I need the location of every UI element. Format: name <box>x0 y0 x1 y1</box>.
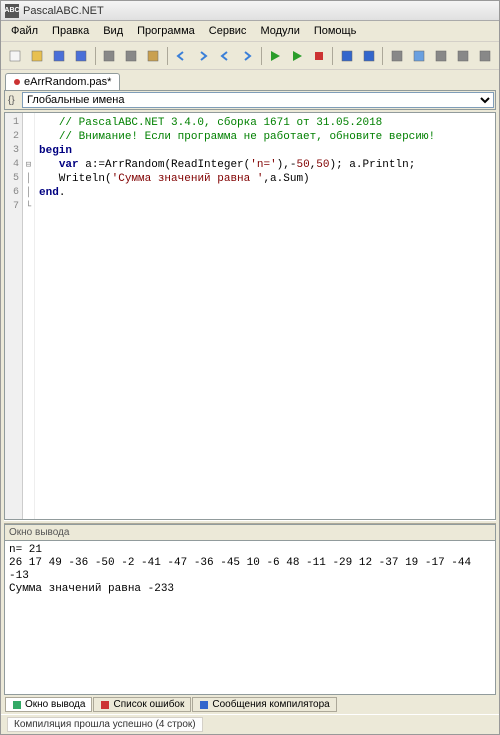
code-line[interactable]: // PascalABC.NET 3.4.0, сборка 1671 от 3… <box>39 116 491 130</box>
output-panel[interactable]: n= 21 26 17 49 -36 -50 -2 -41 -47 -36 -4… <box>4 540 496 695</box>
fold-column: ⊟││└ <box>23 113 35 519</box>
stop-icon[interactable] <box>308 45 329 67</box>
toolbar-separator <box>382 47 383 65</box>
bottom-tab[interactable]: Сообщения компилятора <box>192 697 336 712</box>
copy-icon[interactable] <box>121 45 142 67</box>
toolbar-separator <box>95 47 96 65</box>
fold-marker <box>23 116 34 130</box>
bottom-tab-label: Окно вывода <box>25 699 85 710</box>
open-file-icon[interactable] <box>27 45 48 67</box>
toggle-form-icon[interactable] <box>408 45 429 67</box>
toolbar <box>1 42 499 70</box>
menu-вид[interactable]: Вид <box>97 23 129 39</box>
tab-icon <box>12 700 22 710</box>
svg-text:{}: {} <box>8 95 15 105</box>
document-tab-label: eArrRandom.pas* <box>24 76 111 88</box>
output-panel-title: Окно вывода <box>4 524 496 540</box>
menu-сервис[interactable]: Сервис <box>203 23 253 39</box>
code-line[interactable]: // Внимание! Если программа не работает,… <box>39 130 491 144</box>
toolbar-separator <box>167 47 168 65</box>
menu-файл[interactable]: Файл <box>5 23 44 39</box>
tab-icon <box>100 700 110 710</box>
code-line[interactable]: Writeln('Сумма значений равна ',a.Sum) <box>39 172 491 186</box>
scope-dropdown-bar: {} Глобальные имена <box>4 90 496 110</box>
document-tab[interactable]: eArrRandom.pas* <box>5 73 120 90</box>
document-tabstrip: eArrRandom.pas* <box>1 70 499 90</box>
bottom-tabstrip: Окно вывода Список ошибок Сообщения компил… <box>1 695 499 714</box>
code-line[interactable]: end. <box>39 186 491 200</box>
paste-icon[interactable] <box>143 45 164 67</box>
menu-правка[interactable]: Правка <box>46 23 95 39</box>
statusbar: Компиляция прошла успешно (4 строк) <box>1 714 499 734</box>
save-icon[interactable] <box>49 45 70 67</box>
line-number: 1 <box>5 116 22 130</box>
app-icon: ABC <box>5 4 19 18</box>
line-number: 6 <box>5 186 22 200</box>
run-icon[interactable] <box>265 45 286 67</box>
toolbar-separator <box>332 47 333 65</box>
redo-icon[interactable] <box>193 45 214 67</box>
code-editor[interactable]: 1234567 ⊟││└ // PascalABC.NET 3.4.0, сбо… <box>4 112 496 520</box>
toolbar-separator <box>261 47 262 65</box>
app-title: PascalABC.NET <box>23 5 104 17</box>
forward-icon[interactable] <box>237 45 258 67</box>
toggle-design-icon[interactable] <box>430 45 451 67</box>
scope-dropdown[interactable]: Глобальные имена <box>22 92 494 108</box>
bottom-tab-label: Список ошибок <box>113 699 184 710</box>
modified-dot-icon <box>14 79 20 85</box>
menu-программа[interactable]: Программа <box>131 23 201 39</box>
code-line[interactable]: var a:=ArrRandom(ReadInteger('n='),-50,5… <box>39 158 491 172</box>
fold-marker <box>23 144 34 158</box>
step-over-icon[interactable] <box>358 45 379 67</box>
run-no-debug-icon[interactable] <box>286 45 307 67</box>
bottom-tab-label: Сообщения компилятора <box>212 699 329 710</box>
cut-icon[interactable] <box>99 45 120 67</box>
line-number: 5 <box>5 172 22 186</box>
tab-icon <box>199 700 209 710</box>
new-file-icon[interactable] <box>5 45 26 67</box>
save-all-icon[interactable] <box>71 45 92 67</box>
code-line[interactable]: begin <box>39 144 491 158</box>
toggle-output-icon[interactable] <box>386 45 407 67</box>
line-number: 4 <box>5 158 22 172</box>
menu-помощь[interactable]: Помощь <box>308 23 363 39</box>
line-gutter: 1234567 <box>5 113 23 519</box>
step-into-icon[interactable] <box>336 45 357 67</box>
bottom-tab[interactable]: Окно вывода <box>5 697 92 712</box>
line-number: 2 <box>5 130 22 144</box>
undo-icon[interactable] <box>171 45 192 67</box>
status-message: Компиляция прошла успешно (4 строк) <box>7 717 203 732</box>
menu-модули[interactable]: Модули <box>254 23 305 39</box>
fold-marker: └ <box>23 200 34 214</box>
fold-marker: │ <box>23 186 34 200</box>
toggle-panel1-icon[interactable] <box>452 45 473 67</box>
toggle-panel2-icon[interactable] <box>474 45 495 67</box>
code-area[interactable]: // PascalABC.NET 3.4.0, сборка 1671 от 3… <box>35 113 495 519</box>
titlebar: ABC PascalABC.NET <box>1 1 499 21</box>
bottom-tab[interactable]: Список ошибок <box>93 697 191 712</box>
braces-icon: {} <box>6 93 22 107</box>
fold-marker: │ <box>23 172 34 186</box>
fold-marker[interactable]: ⊟ <box>23 158 34 172</box>
menubar: ФайлПравкаВидПрограммаСервисМодулиПомощь <box>1 21 499 42</box>
fold-marker <box>23 130 34 144</box>
line-number: 3 <box>5 144 22 158</box>
back-icon[interactable] <box>215 45 236 67</box>
line-number: 7 <box>5 200 22 214</box>
